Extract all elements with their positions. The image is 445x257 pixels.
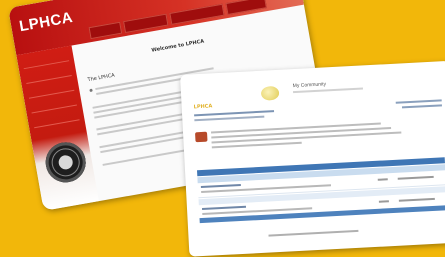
forum-screenshot: My Community LPHCA [180,60,445,257]
lphca-nav-item[interactable] [225,0,267,15]
lphca-welcome-heading: Welcome to LPHCA [151,38,205,54]
forum-row-stats [377,178,388,181]
lphca-intro-heading: The LPHCA [87,72,116,84]
forum-user-link[interactable] [395,99,442,104]
lphca-sidebar-item[interactable] [30,96,77,114]
forum-site-name: My Community [292,81,327,90]
bullet-icon [89,88,93,93]
forum-section-title: LPHCA [193,103,213,111]
lphca-nav-item[interactable] [169,3,225,25]
lphca-logo: LPHCA [17,9,75,36]
forum-row-last-post [398,197,435,202]
seal-center [57,154,74,171]
screenshot-stage: LPHCA Welcome to LPHCA The LPHCA My Comm… [0,0,445,257]
forum-breadcrumb[interactable] [194,115,265,122]
forum-row-stats [378,200,389,203]
lphca-nav-item[interactable] [123,13,169,34]
forum-powered-by [268,229,359,237]
lphca-sidebar-item[interactable] [22,52,70,70]
forum-row-title[interactable] [200,183,241,189]
community-logo-icon [260,85,280,101]
forum-date-link[interactable] [401,104,442,109]
lphca-sidebar-item[interactable] [27,81,75,99]
announcement-icon [195,131,208,143]
lphca-sidebar-item[interactable] [32,111,80,129]
forum-row-title[interactable] [201,205,247,211]
forum-row-last-post [397,175,434,180]
lphca-nav-item[interactable] [88,21,123,40]
lphca-sidebar-item[interactable] [24,67,72,84]
